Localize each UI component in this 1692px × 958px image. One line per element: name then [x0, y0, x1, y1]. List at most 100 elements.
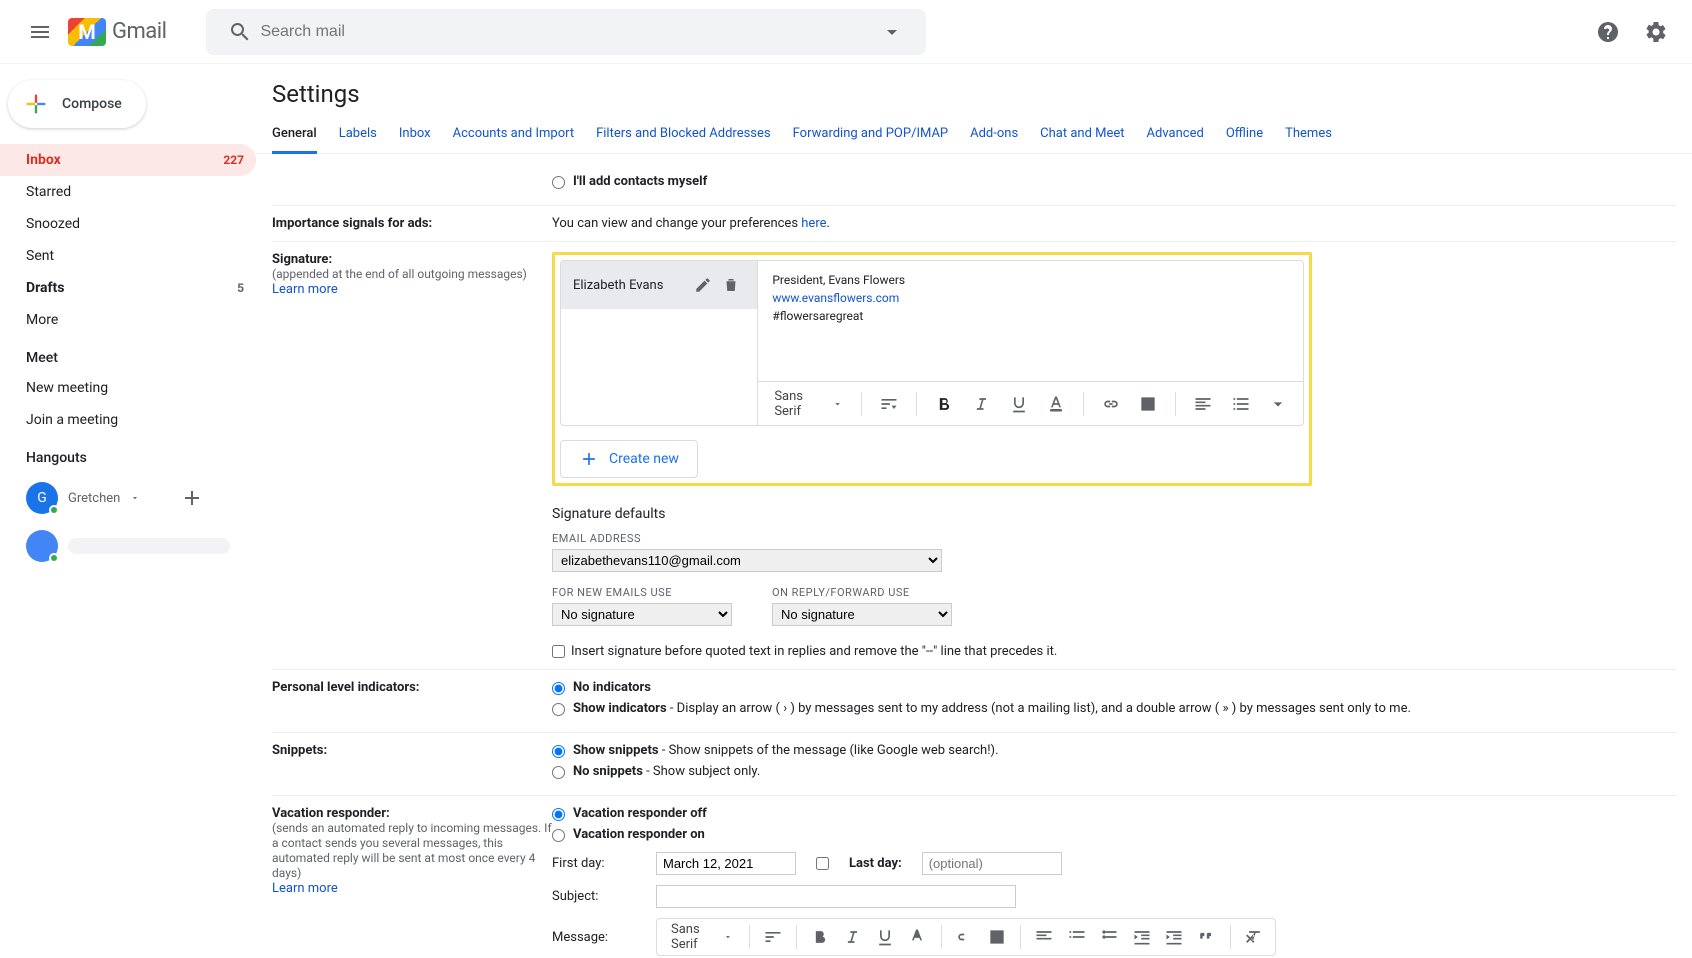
subject-label: Subject:: [552, 889, 642, 904]
main-menu-icon[interactable]: [16, 8, 64, 56]
indicators-label: Personal level indicators:: [272, 680, 419, 695]
for-new-select[interactable]: No signature: [552, 603, 732, 626]
vacation-subject-input[interactable]: [656, 885, 1016, 908]
tab-filters[interactable]: Filters and Blocked Addresses: [596, 116, 771, 153]
numbered-list-icon[interactable]: [1226, 388, 1256, 420]
sidebar-item-inbox[interactable]: Inbox 227: [0, 144, 256, 176]
compose-button[interactable]: Compose: [8, 80, 146, 128]
show-snippets-radio[interactable]: [552, 745, 565, 758]
vac-bold-icon[interactable]: [807, 921, 833, 953]
vac-image-icon[interactable]: [984, 921, 1010, 953]
settings-gear-icon[interactable]: [1636, 12, 1676, 52]
first-day-input[interactable]: [656, 852, 796, 875]
tab-accounts-import[interactable]: Accounts and Import: [453, 116, 574, 153]
signature-editor-highlight: Elizabeth Evans President, Evans Flowers: [552, 252, 1312, 486]
vac-text-color-icon[interactable]: [904, 921, 930, 953]
signature-content[interactable]: President, Evans Flowers www.evansflower…: [758, 261, 1303, 381]
vacation-message-toolbar: Sans Serif: [656, 918, 1276, 956]
text-color-icon[interactable]: [1042, 388, 1072, 420]
sig-link[interactable]: www.evansflowers.com: [772, 291, 899, 305]
search-options-icon[interactable]: [872, 12, 912, 52]
hangouts-self-row[interactable]: G Gretchen: [0, 472, 256, 524]
page-title: Settings: [256, 64, 1692, 116]
create-new-signature-button[interactable]: Create new: [560, 440, 698, 478]
more-formatting-icon[interactable]: [1263, 388, 1293, 420]
tab-addons[interactable]: Add-ons: [970, 116, 1018, 153]
tab-general[interactable]: General: [272, 116, 317, 154]
importance-here-link[interactable]: here: [801, 216, 826, 231]
tab-advanced[interactable]: Advanced: [1147, 116, 1204, 153]
tab-forwarding[interactable]: Forwarding and POP/IMAP: [793, 116, 949, 153]
tab-offline[interactable]: Offline: [1226, 116, 1263, 153]
signature-edit-icon[interactable]: [689, 271, 717, 299]
font-picker[interactable]: Sans Serif: [768, 389, 849, 419]
avatar: [26, 530, 58, 562]
sidebar-item-drafts[interactable]: Drafts 5: [0, 272, 256, 304]
tab-inbox[interactable]: Inbox: [399, 116, 431, 153]
vac-underline-icon[interactable]: [872, 921, 898, 953]
bold-icon[interactable]: [929, 388, 959, 420]
vac-bullet-list-icon[interactable]: [1096, 921, 1122, 953]
signature-name: Elizabeth Evans: [573, 278, 689, 293]
no-indicators-radio[interactable]: [552, 682, 565, 695]
signature-sub: (appended at the end of all outgoing mes…: [272, 267, 527, 281]
align-icon[interactable]: [1188, 388, 1218, 420]
show-indicators-bold: Show indicators: [573, 701, 667, 716]
plus-icon: [579, 449, 599, 469]
signature-learn-more-link[interactable]: Learn more: [272, 282, 338, 297]
show-indicators-rest: - Display an arrow ( › ) by messages sen…: [667, 701, 1411, 716]
vac-indent-less-icon[interactable]: [1128, 921, 1154, 953]
vac-quote-icon[interactable]: [1193, 921, 1219, 953]
link-icon[interactable]: [1096, 388, 1126, 420]
vac-font-size-icon[interactable]: [759, 921, 785, 953]
vac-italic-icon[interactable]: [839, 921, 865, 953]
last-day-label: Last day:: [849, 856, 902, 871]
hangouts-username: Gretchen: [68, 491, 120, 506]
signature-delete-icon[interactable]: [717, 271, 745, 299]
tab-labels[interactable]: Labels: [339, 116, 377, 153]
vacation-off-radio[interactable]: [552, 808, 565, 821]
sidebar-item-starred[interactable]: Starred: [0, 176, 256, 208]
no-snippets-radio[interactable]: [552, 766, 565, 779]
vac-font-picker[interactable]: Sans Serif: [665, 922, 739, 952]
add-contacts-myself-radio[interactable]: [552, 176, 565, 189]
italic-icon[interactable]: [966, 388, 996, 420]
sidebar-item-new-meeting[interactable]: New meeting: [0, 372, 256, 404]
search-input[interactable]: [260, 23, 864, 41]
vac-indent-more-icon[interactable]: [1161, 921, 1187, 953]
insert-before-quoted-checkbox[interactable]: [552, 645, 565, 658]
importance-suffix: .: [827, 216, 830, 231]
last-day-input[interactable]: [922, 852, 1062, 875]
search-bar[interactable]: [206, 9, 926, 55]
vacation-learn-more-link[interactable]: Learn more: [272, 881, 338, 896]
hangouts-add-icon[interactable]: [172, 478, 212, 518]
sidebar-item-more[interactable]: More: [0, 304, 256, 336]
vac-link-icon[interactable]: [951, 921, 977, 953]
sidebar-item-snoozed[interactable]: Snoozed: [0, 208, 256, 240]
vac-clear-format-icon[interactable]: [1240, 921, 1266, 953]
font-size-icon[interactable]: [874, 388, 904, 420]
no-indicators-label: No indicators: [573, 680, 651, 695]
compose-label: Compose: [62, 96, 122, 112]
last-day-checkbox[interactable]: [816, 857, 829, 870]
email-address-select[interactable]: elizabethevans110@gmail.com: [552, 549, 942, 572]
tab-themes[interactable]: Themes: [1285, 116, 1332, 153]
vac-align-icon[interactable]: [1031, 921, 1057, 953]
signature-list-item[interactable]: Elizabeth Evans: [561, 261, 757, 309]
support-icon[interactable]: [1588, 12, 1628, 52]
underline-icon[interactable]: [1004, 388, 1034, 420]
image-icon[interactable]: [1134, 388, 1164, 420]
vacation-sub: (sends an automated reply to incoming me…: [272, 821, 552, 880]
gmail-logo[interactable]: M Gmail: [68, 18, 166, 46]
show-indicators-radio[interactable]: [552, 703, 565, 716]
vac-numbered-list-icon[interactable]: [1063, 921, 1089, 953]
sidebar-item-sent[interactable]: Sent: [0, 240, 256, 272]
compose-plus-icon: [22, 90, 50, 118]
tab-chat-meet[interactable]: Chat and Meet: [1040, 116, 1124, 153]
search-icon[interactable]: [220, 12, 260, 52]
on-reply-select[interactable]: No signature: [772, 603, 952, 626]
no-snippets-bold: No snippets: [573, 764, 643, 779]
vacation-on-radio[interactable]: [552, 829, 565, 842]
sidebar-item-join-meeting[interactable]: Join a meeting: [0, 404, 256, 436]
hangouts-contact-row[interactable]: [0, 524, 256, 568]
